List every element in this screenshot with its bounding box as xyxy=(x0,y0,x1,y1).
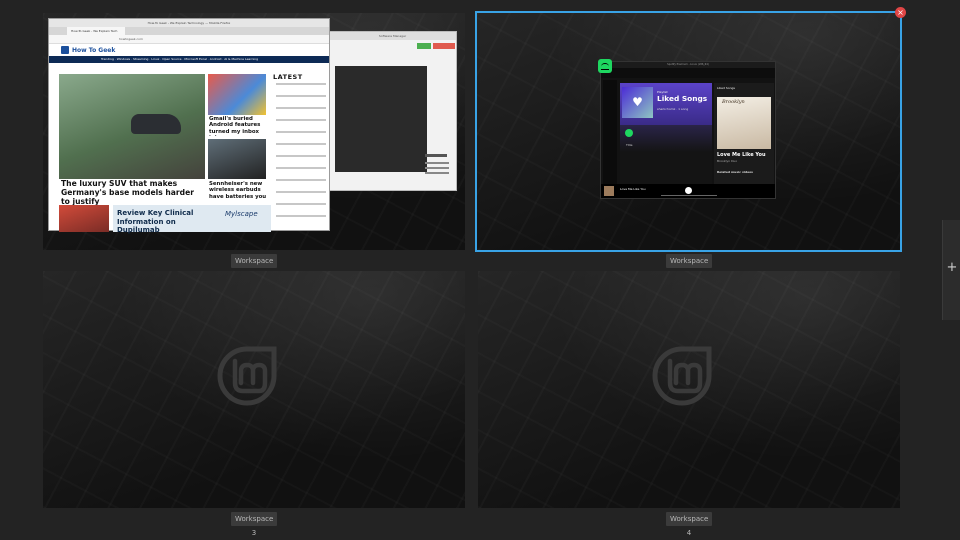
mini-album-art xyxy=(604,186,614,196)
latest-item xyxy=(276,119,326,121)
latest-item xyxy=(276,179,326,181)
workspace-3-preview[interactable] xyxy=(43,271,465,508)
rating-bar xyxy=(425,162,449,164)
album-art: Brooklyn xyxy=(717,97,771,149)
site-header: How To Geek xyxy=(49,44,329,56)
green-button-thumb xyxy=(417,43,431,49)
spotify-library-sidebar xyxy=(603,80,617,186)
browser-tab: How-To Geek - We Explain Tech xyxy=(67,27,125,35)
side-article-headline-1: Gmail's buried Android features turned m… xyxy=(209,116,261,136)
window-title: Software Manager xyxy=(329,32,456,40)
ad-brand: Mylscape xyxy=(225,210,258,218)
linux-mint-logo-icon xyxy=(217,346,277,406)
track-list: Title xyxy=(620,125,712,185)
side-article-image-2 xyxy=(208,139,266,179)
ad-text: Review Key Clinical Information on Dupil… xyxy=(117,209,194,234)
url-bar: howtogeek.com xyxy=(49,35,329,44)
latest-item xyxy=(276,83,326,85)
latest-item xyxy=(276,131,326,133)
close-icon[interactable]: × xyxy=(895,7,906,18)
album-art-text: Brooklyn xyxy=(722,99,745,105)
site-logo-icon xyxy=(61,46,69,54)
red-button-thumb xyxy=(433,43,455,49)
window-title: How-To Geek - We Explain Technology — Mo… xyxy=(49,19,329,27)
now-playing-panel: Liked Songs Brooklyn Love Me Like You Br… xyxy=(714,83,774,186)
ad-banner: Review Key Clinical Information on Dupil… xyxy=(113,205,271,234)
workspace-label-3[interactable]: Workspace 3 xyxy=(231,512,277,537)
latest-item xyxy=(276,143,326,145)
playlist-header: ♥ Playlist Liked Songs sharkchomk · 1 so… xyxy=(620,83,712,125)
latest-item xyxy=(276,155,326,157)
workspace-label-4[interactable]: Workspace 4 xyxy=(666,512,712,537)
bottom-article-image xyxy=(59,205,109,232)
site-nav: Trending · Windows · Streaming · Linux ·… xyxy=(49,56,329,63)
latest-item xyxy=(276,203,326,205)
latest-item xyxy=(276,107,326,109)
latest-item xyxy=(276,215,326,217)
main-article-image xyxy=(59,74,205,179)
package-details-panel xyxy=(335,66,427,172)
rating-bar xyxy=(425,172,449,174)
add-workspace-button[interactable]: + xyxy=(942,220,960,320)
spotify-app-icon xyxy=(598,59,612,73)
progress-bar xyxy=(661,195,717,196)
software-manager-window-thumb: Software Manager xyxy=(328,31,457,191)
workspace-label-1[interactable]: Workspace 1 xyxy=(231,254,277,279)
spotify-window-thumb: Spotify Premium - Linux (x86_64) ♥ Playl… xyxy=(600,61,776,199)
linux-mint-logo-icon xyxy=(652,346,712,406)
now-playing-context: Liked Songs xyxy=(717,86,735,90)
plus-icon: + xyxy=(946,260,958,275)
suv-graphic xyxy=(131,114,181,134)
column-header-title: Title xyxy=(626,143,633,147)
playlist-title: Liked Songs xyxy=(657,94,708,103)
play-icon xyxy=(625,129,633,137)
related-videos-heading: Related music videos xyxy=(717,170,753,174)
firefox-window-thumb: How-To Geek - We Explain Technology — Mo… xyxy=(48,18,330,234)
main-article-headline: The luxury SUV that makes Germany's base… xyxy=(61,179,194,206)
latest-item xyxy=(276,167,326,169)
side-article-image-1 xyxy=(208,74,266,115)
song-artist: Brooklyn Duo xyxy=(717,159,738,163)
latest-heading: LATEST xyxy=(273,73,303,81)
site-name: How To Geek xyxy=(72,46,116,54)
song-title: Love Me Like You xyxy=(717,152,766,158)
heart-icon: ♥ xyxy=(632,95,643,109)
workspace-4-preview[interactable] xyxy=(478,271,900,508)
latest-item xyxy=(276,95,326,97)
latest-item xyxy=(276,191,326,193)
workspace-label-2[interactable]: Workspace 2 xyxy=(666,254,712,279)
now-playing-title: Love Me Like You xyxy=(620,187,646,191)
side-article-headline-2: Sennheiser's new wireless earbuds have b… xyxy=(209,181,267,201)
rating-bar xyxy=(425,167,449,169)
spotify-topbar xyxy=(601,68,775,78)
playlist-owner: sharkchomk · 1 song xyxy=(657,107,689,111)
rating-stars xyxy=(425,154,447,157)
playback-bar: Love Me Like You xyxy=(601,184,775,198)
play-pause-icon xyxy=(685,187,692,194)
